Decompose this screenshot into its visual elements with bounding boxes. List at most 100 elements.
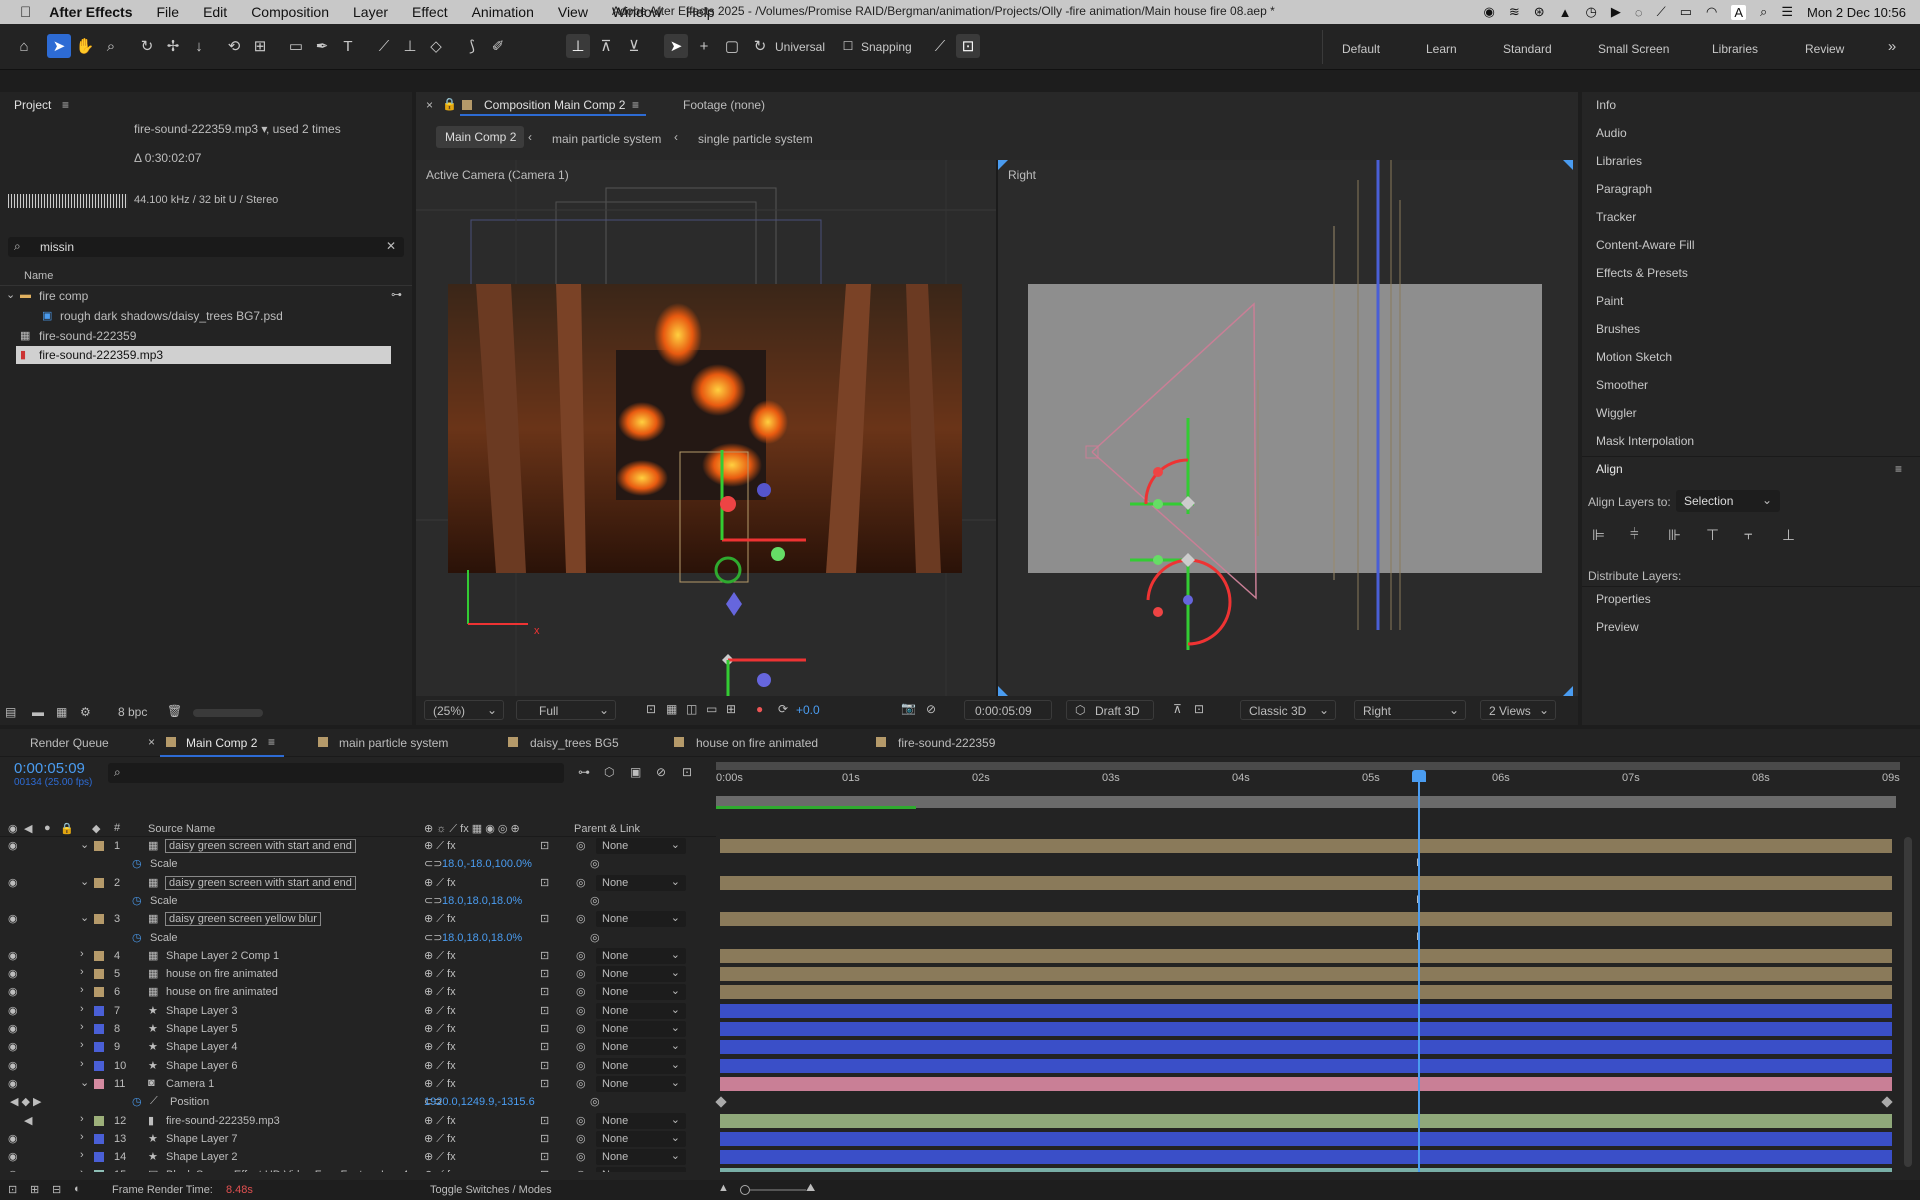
switches-header-icon[interactable]: ⊕ ☼ ⟋ fx ▦ ◉ ◎ ⊕ bbox=[424, 822, 520, 836]
parent-dropdown[interactable]: None ⌄ bbox=[596, 1149, 686, 1166]
timer-icon[interactable]: ◷ bbox=[1586, 4, 1597, 20]
property-value[interactable]: 18.0,18.0,18.0% bbox=[442, 895, 522, 907]
pen-tool-icon[interactable]: ✒ bbox=[310, 34, 334, 58]
zoom-in-icon[interactable]: ⛰ bbox=[806, 1182, 815, 1195]
render-settings-icon[interactable]: ⊡ bbox=[8, 1183, 17, 1196]
align-right-icon[interactable]: ⊪ bbox=[1668, 526, 1681, 544]
layer-duration-bar[interactable] bbox=[720, 1040, 1892, 1055]
menu-animation[interactable]: Animation bbox=[472, 4, 534, 20]
eye-icon[interactable]: ◉ bbox=[8, 912, 18, 925]
layer-name[interactable]: daisy green screen with start and end bbox=[165, 839, 356, 853]
workspace-default[interactable]: Default bbox=[1342, 42, 1380, 56]
bit-depth[interactable]: 8 bpc bbox=[118, 705, 147, 719]
snapshot-icon[interactable]: 📷 bbox=[901, 701, 916, 715]
draft-3d-toggle[interactable]: ⬡ Draft 3D bbox=[1066, 700, 1154, 720]
motion-blur-icon[interactable]: ⊡ bbox=[540, 1132, 549, 1145]
project-search-input[interactable]: missin bbox=[40, 240, 74, 254]
roto-brush-tool-icon[interactable]: ⟆ bbox=[460, 34, 484, 58]
move-gizmo-icon[interactable]: ➤ bbox=[664, 34, 688, 58]
chevron-right-icon[interactable]: › bbox=[80, 1167, 84, 1172]
timeline-scrollbar[interactable] bbox=[1904, 837, 1912, 1167]
rectangle-tool-icon[interactable]: ▭ bbox=[284, 34, 308, 58]
layer-label-color[interactable] bbox=[94, 1170, 104, 1172]
tab-fire-sound[interactable]: fire-sound-222359 bbox=[898, 736, 995, 750]
parent-dropdown[interactable]: None ⌄ bbox=[596, 1039, 686, 1056]
align-bottom-icon[interactable]: ⊥ bbox=[1782, 526, 1795, 544]
3d-ground-plane-icon[interactable]: ⊼ bbox=[1173, 702, 1182, 716]
chevron-right-icon[interactable]: › bbox=[80, 1003, 84, 1015]
clock[interactable]: Mon 2 Dec 10:56 bbox=[1807, 5, 1906, 20]
menu-effect[interactable]: Effect bbox=[412, 4, 448, 20]
workspace-learn[interactable]: Learn bbox=[1426, 42, 1457, 56]
layer-duration-bar[interactable] bbox=[720, 1168, 1892, 1172]
layer-duration-bar[interactable] bbox=[720, 1076, 1892, 1091]
workspace-small-screen[interactable]: Small Screen bbox=[1598, 42, 1669, 56]
panel-info[interactable]: Info bbox=[1596, 98, 1616, 112]
home-icon[interactable]: ⌂ bbox=[12, 34, 36, 58]
pickwhip-icon[interactable]: ◎ bbox=[576, 839, 586, 852]
pickwhip-icon[interactable]: ◎ bbox=[576, 1114, 586, 1127]
graph-editor-icon[interactable]: ⊡ bbox=[682, 765, 692, 779]
clone-tool-icon[interactable]: ⊥ bbox=[398, 34, 422, 58]
layer-row[interactable]: ◉ › 5 ▦ house on fire animated ⊕ ⟋ fx ⊡ ◎ None ⌄ bbox=[0, 965, 1920, 983]
layer-row[interactable]: ◉ ⌄ 11 ◙ Camera 1 ⊕ ⟋ fx ⊡ ◎ None ⌄ bbox=[0, 1075, 1920, 1093]
zoom-dropdown[interactable]: (25%) ⌄ bbox=[424, 700, 504, 720]
layer-name[interactable]: Shape Layer 4 bbox=[166, 1041, 238, 1053]
reset-exposure-icon[interactable]: ⟳ bbox=[778, 702, 788, 716]
layer-switches-icon[interactable]: ⊕ ⟋ fx bbox=[424, 1040, 456, 1054]
current-time-indicator[interactable] bbox=[1418, 771, 1420, 1172]
menu-layer[interactable]: Layer bbox=[353, 4, 388, 20]
close-tab-icon[interactable]: × bbox=[426, 98, 433, 112]
panel-paint[interactable]: Paint bbox=[1596, 294, 1623, 308]
pickwhip-icon[interactable]: ◎ bbox=[576, 985, 586, 998]
align-menu-icon[interactable]: ≡ bbox=[1895, 462, 1902, 476]
chevron-right-icon[interactable]: › bbox=[80, 966, 84, 978]
panel-audio[interactable]: Audio bbox=[1596, 126, 1627, 140]
tab-footage[interactable]: Footage (none) bbox=[683, 98, 765, 112]
dolly-tool-icon[interactable]: ↓ bbox=[187, 34, 211, 58]
property-row[interactable]: ◷Scale⊂⊃18.0,-18.0,100.0%◎I bbox=[0, 855, 1920, 874]
parent-dropdown[interactable]: None ⌄ bbox=[596, 1130, 686, 1147]
pickwhip-icon[interactable]: ◎ bbox=[590, 1095, 600, 1108]
snap-options-icon[interactable]: ⟋ bbox=[928, 34, 952, 58]
pen-icon[interactable]: ⟋ bbox=[1657, 4, 1666, 20]
layer-name[interactable]: Shape Layer 7 bbox=[166, 1133, 238, 1145]
mask-visibility-icon[interactable]: ◫ bbox=[686, 702, 697, 716]
status-icon[interactable]: ◉ bbox=[1484, 4, 1495, 20]
hand-tool-icon[interactable]: ✋ bbox=[73, 34, 97, 58]
tab-render-queue[interactable]: Render Queue bbox=[30, 736, 109, 750]
scale-gizmo-icon[interactable]: ▢ bbox=[720, 34, 744, 58]
layer-name[interactable]: Shape Layer 3 bbox=[166, 1005, 238, 1017]
new-comp-icon[interactable]: ▦ bbox=[56, 705, 67, 719]
toggle-switches-modes[interactable]: Toggle Switches / Modes bbox=[430, 1184, 552, 1196]
layer-name[interactable]: daisy green screen with start and end bbox=[165, 875, 356, 890]
parent-dropdown[interactable]: None ⌄ bbox=[596, 911, 686, 928]
property-row[interactable]: ◷Scale⊂⊃18.0,18.0,18.0%◎I bbox=[0, 891, 1920, 910]
layer-label-color[interactable] bbox=[94, 987, 104, 998]
layer-row[interactable]: ◉ › 10 ★ Shape Layer 6 ⊕ ⟋ fx ⊡ ◎ None ⌄ bbox=[0, 1057, 1920, 1075]
align-vcenter-icon[interactable]: ⫟ bbox=[1744, 526, 1753, 543]
battery-icon[interactable]: ▭ bbox=[1680, 4, 1692, 20]
tab-daisy-trees[interactable]: daisy_trees BG5 bbox=[530, 736, 619, 750]
parent-dropdown[interactable]: None ⌄ bbox=[596, 966, 686, 983]
selection-tool-icon[interactable]: ➤ bbox=[47, 34, 71, 58]
property-value[interactable]: 1920.0,1249.9,-1315.6 bbox=[424, 1096, 535, 1108]
motion-blur-icon[interactable]: ⊡ bbox=[540, 1114, 549, 1127]
project-item[interactable]: fire-sound-222359 bbox=[39, 329, 136, 343]
panel-paragraph[interactable]: Paragraph bbox=[1596, 182, 1652, 196]
pickwhip-icon[interactable]: ◎ bbox=[576, 1168, 586, 1172]
puppet-tool-icon[interactable]: ✐ bbox=[486, 34, 510, 58]
focus-icon[interactable]: ◌ bbox=[1635, 5, 1643, 20]
draft-3d-icon[interactable]: ⬡ bbox=[604, 765, 614, 779]
panel-wiggler[interactable]: Wiggler bbox=[1596, 406, 1637, 420]
menu-file[interactable]: File bbox=[157, 4, 180, 20]
project-file-name[interactable]: fire-sound-222359.mp3 ▾ bbox=[134, 122, 267, 136]
parent-dropdown[interactable]: None ⌄ bbox=[596, 1002, 686, 1019]
align-hcenter-icon[interactable]: ⫩ bbox=[1630, 526, 1639, 543]
panel-content-aware-fill[interactable]: Content-Aware Fill bbox=[1596, 238, 1694, 252]
layer-row[interactable]: ◉ › 8 ★ Shape Layer 5 ⊕ ⟋ fx ⊡ ◎ None ⌄ bbox=[0, 1020, 1920, 1038]
layer-duration-bar[interactable] bbox=[720, 1113, 1892, 1128]
pan-tool-icon[interactable]: ✢ bbox=[161, 34, 185, 58]
layer-switches-icon[interactable]: ⊕ ⟋ fx bbox=[424, 1022, 456, 1036]
align-target-dropdown[interactable]: Selection ⌄ bbox=[1676, 490, 1780, 512]
